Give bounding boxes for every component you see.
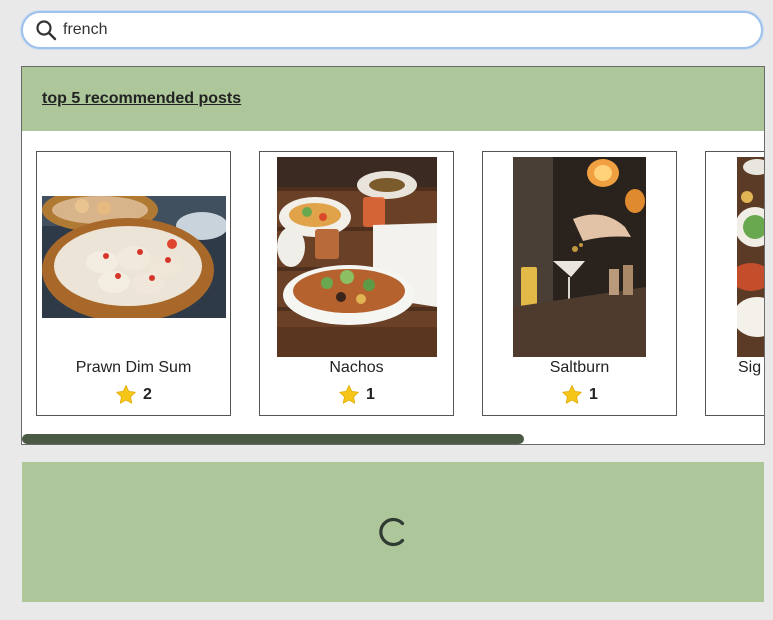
post-carousel[interactable]: Prawn Dim Sum 2 Nachos 1 Saltburn 1 Sig — [36, 151, 764, 416]
spinner-icon — [379, 517, 405, 547]
post-card[interactable]: Saltburn 1 — [482, 151, 677, 416]
post-card[interactable]: Sig — [705, 151, 764, 416]
dim-sum-photo — [42, 196, 226, 318]
post-name: Nachos — [329, 359, 384, 376]
search-input[interactable] — [63, 21, 703, 39]
post-rating: 2 — [37, 384, 230, 405]
post-name: Saltburn — [549, 359, 610, 376]
post-name: Sig — [738, 359, 762, 376]
search-icon — [35, 19, 57, 41]
recommended-title-link[interactable]: top 5 recommended posts — [42, 90, 241, 108]
panel-header: top 5 recommended posts — [22, 67, 764, 131]
star-icon — [116, 385, 136, 404]
search-bar[interactable] — [21, 11, 763, 49]
food-table-photo — [737, 157, 764, 357]
post-name: Prawn Dim Sum — [75, 359, 192, 376]
post-rating: 1 — [260, 384, 453, 405]
cocktail-photo — [513, 157, 646, 357]
rating-count: 1 — [366, 385, 375, 403]
star-icon — [339, 385, 359, 404]
rating-count: 1 — [589, 385, 598, 403]
horizontal-scrollbar[interactable] — [22, 434, 764, 444]
post-card[interactable]: Nachos 1 — [259, 151, 454, 416]
recommended-posts-panel: top 5 recommended posts Prawn Dim Sum 2 … — [21, 66, 765, 445]
loading-section — [22, 462, 764, 602]
post-rating: 1 — [483, 384, 676, 405]
nachos-photo — [277, 157, 437, 357]
post-card[interactable]: Prawn Dim Sum 2 — [36, 151, 231, 416]
rating-count: 2 — [143, 385, 152, 403]
scrollbar-thumb[interactable] — [22, 434, 524, 444]
star-icon — [562, 385, 582, 404]
